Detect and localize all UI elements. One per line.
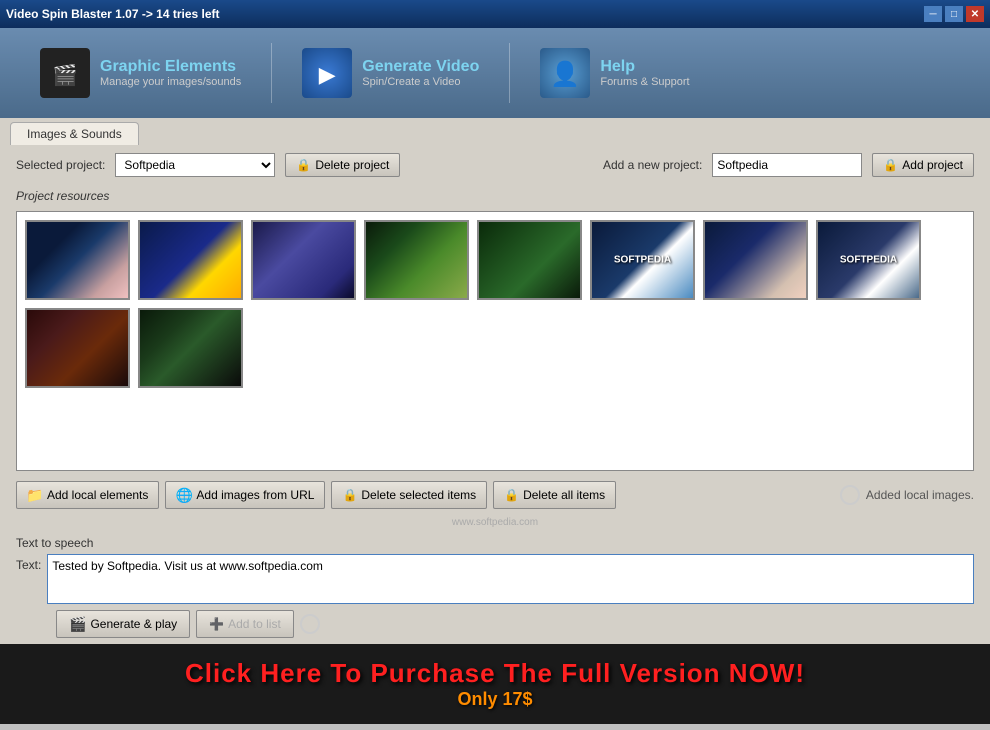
resource-thumb[interactable] [364, 220, 469, 300]
resources-label: Project resources [0, 185, 990, 207]
new-project-input[interactable] [712, 153, 862, 177]
minimize-button[interactable]: ─ [924, 6, 942, 22]
lock-icon-add [883, 158, 898, 172]
app-title: Video Spin Blaster 1.07 -> 14 tries left [6, 7, 220, 21]
resources-grid: SOFTPEDIA SOFTPEDIA [16, 211, 974, 471]
resource-thumb[interactable] [25, 220, 130, 300]
purchase-sub-text: Only 17$ [457, 689, 532, 710]
tab-images-sounds[interactable]: Images & Sounds [10, 122, 139, 145]
project-select[interactable]: Softpedia [115, 153, 275, 177]
tts-section-label: Text to speech [16, 536, 974, 550]
tts-textarea[interactable] [47, 554, 974, 604]
resource-thumb[interactable]: SOFTPEDIA [816, 220, 921, 300]
maximize-button[interactable]: □ [945, 6, 963, 22]
tts-input-row: Text: [16, 554, 974, 604]
folder-icon [27, 487, 43, 503]
resource-thumb[interactable] [703, 220, 808, 300]
resource-thumb[interactable] [138, 220, 243, 300]
nav-generate-subtitle: Spin/Create a Video [362, 76, 479, 88]
tts-text-label: Text: [16, 554, 41, 572]
spinner-icon [840, 485, 860, 505]
delete-project-button[interactable]: Delete project [285, 153, 400, 177]
nav-divider-1 [271, 43, 272, 103]
add-local-button[interactable]: Add local elements [16, 481, 159, 509]
nav-bar: Graphic Elements Manage your images/soun… [0, 28, 990, 118]
nav-help-subtitle: Forums & Support [600, 76, 689, 88]
nav-graphic-title: Graphic Elements [100, 58, 241, 76]
resource-thumb[interactable]: SOFTPEDIA [590, 220, 695, 300]
plus-icon [209, 617, 224, 631]
url-icon [176, 487, 192, 503]
selected-project-label: Selected project: [16, 158, 105, 172]
nav-divider-2 [509, 43, 510, 103]
nav-generate-text: Generate Video Spin/Create a Video [362, 58, 479, 88]
resource-thumb[interactable] [251, 220, 356, 300]
status-text: Added local images. [866, 488, 974, 502]
new-project-label: Add a new project: [603, 158, 702, 172]
nav-help[interactable]: Help Forums & Support [520, 38, 720, 108]
watermark: www.softpedia.com [0, 515, 990, 530]
nav-generate-video[interactable]: Generate Video Spin/Create a Video [282, 38, 499, 108]
nav-help-title: Help [600, 58, 689, 76]
content-area: Images & Sounds Selected project: Softpe… [0, 118, 990, 644]
help-icon [540, 48, 590, 98]
nav-help-text: Help Forums & Support [600, 58, 689, 88]
add-to-list-button[interactable]: Add to list [196, 610, 294, 638]
nav-generate-title: Generate Video [362, 58, 479, 76]
window-controls: ─ □ ✕ [924, 6, 984, 22]
nav-graphic-subtitle: Manage your images/sounds [100, 76, 241, 88]
lock-icon [296, 158, 311, 172]
resource-thumb[interactable] [477, 220, 582, 300]
generate-play-button[interactable]: Generate & play [56, 610, 190, 638]
lock-icon-del-all [504, 488, 519, 502]
close-button[interactable]: ✕ [966, 6, 984, 22]
lock-icon-del-sel [342, 488, 357, 502]
project-section: Selected project: Softpedia Delete proje… [0, 145, 990, 185]
add-project-button[interactable]: Add project [872, 153, 974, 177]
tab-bar: Images & Sounds [0, 118, 990, 145]
tts-section: Text to speech Text: Generate & play Add… [0, 530, 990, 644]
add-url-button[interactable]: Add images from URL [165, 481, 325, 509]
tts-btn-row: Generate & play Add to list [16, 610, 974, 638]
delete-selected-button[interactable]: Delete selected items [331, 481, 487, 509]
resource-thumb[interactable] [138, 308, 243, 388]
delete-all-button[interactable]: Delete all items [493, 481, 616, 509]
title-bar: Video Spin Blaster 1.07 -> 14 tries left… [0, 0, 990, 28]
generate-icon [69, 616, 86, 633]
film-icon [40, 48, 90, 98]
status-area: Added local images. [840, 485, 974, 505]
nav-graphic-text: Graphic Elements Manage your images/soun… [100, 58, 241, 88]
nav-graphic-elements[interactable]: Graphic Elements Manage your images/soun… [20, 38, 261, 108]
purchase-main-text: Click Here To Purchase The Full Version … [185, 658, 805, 689]
resource-thumb[interactable] [25, 308, 130, 388]
purchase-banner[interactable]: Click Here To Purchase The Full Version … [0, 644, 990, 724]
play-icon [302, 48, 352, 98]
add-spinner-icon [300, 614, 320, 634]
toolbar: Add local elements Add images from URL D… [0, 475, 990, 515]
